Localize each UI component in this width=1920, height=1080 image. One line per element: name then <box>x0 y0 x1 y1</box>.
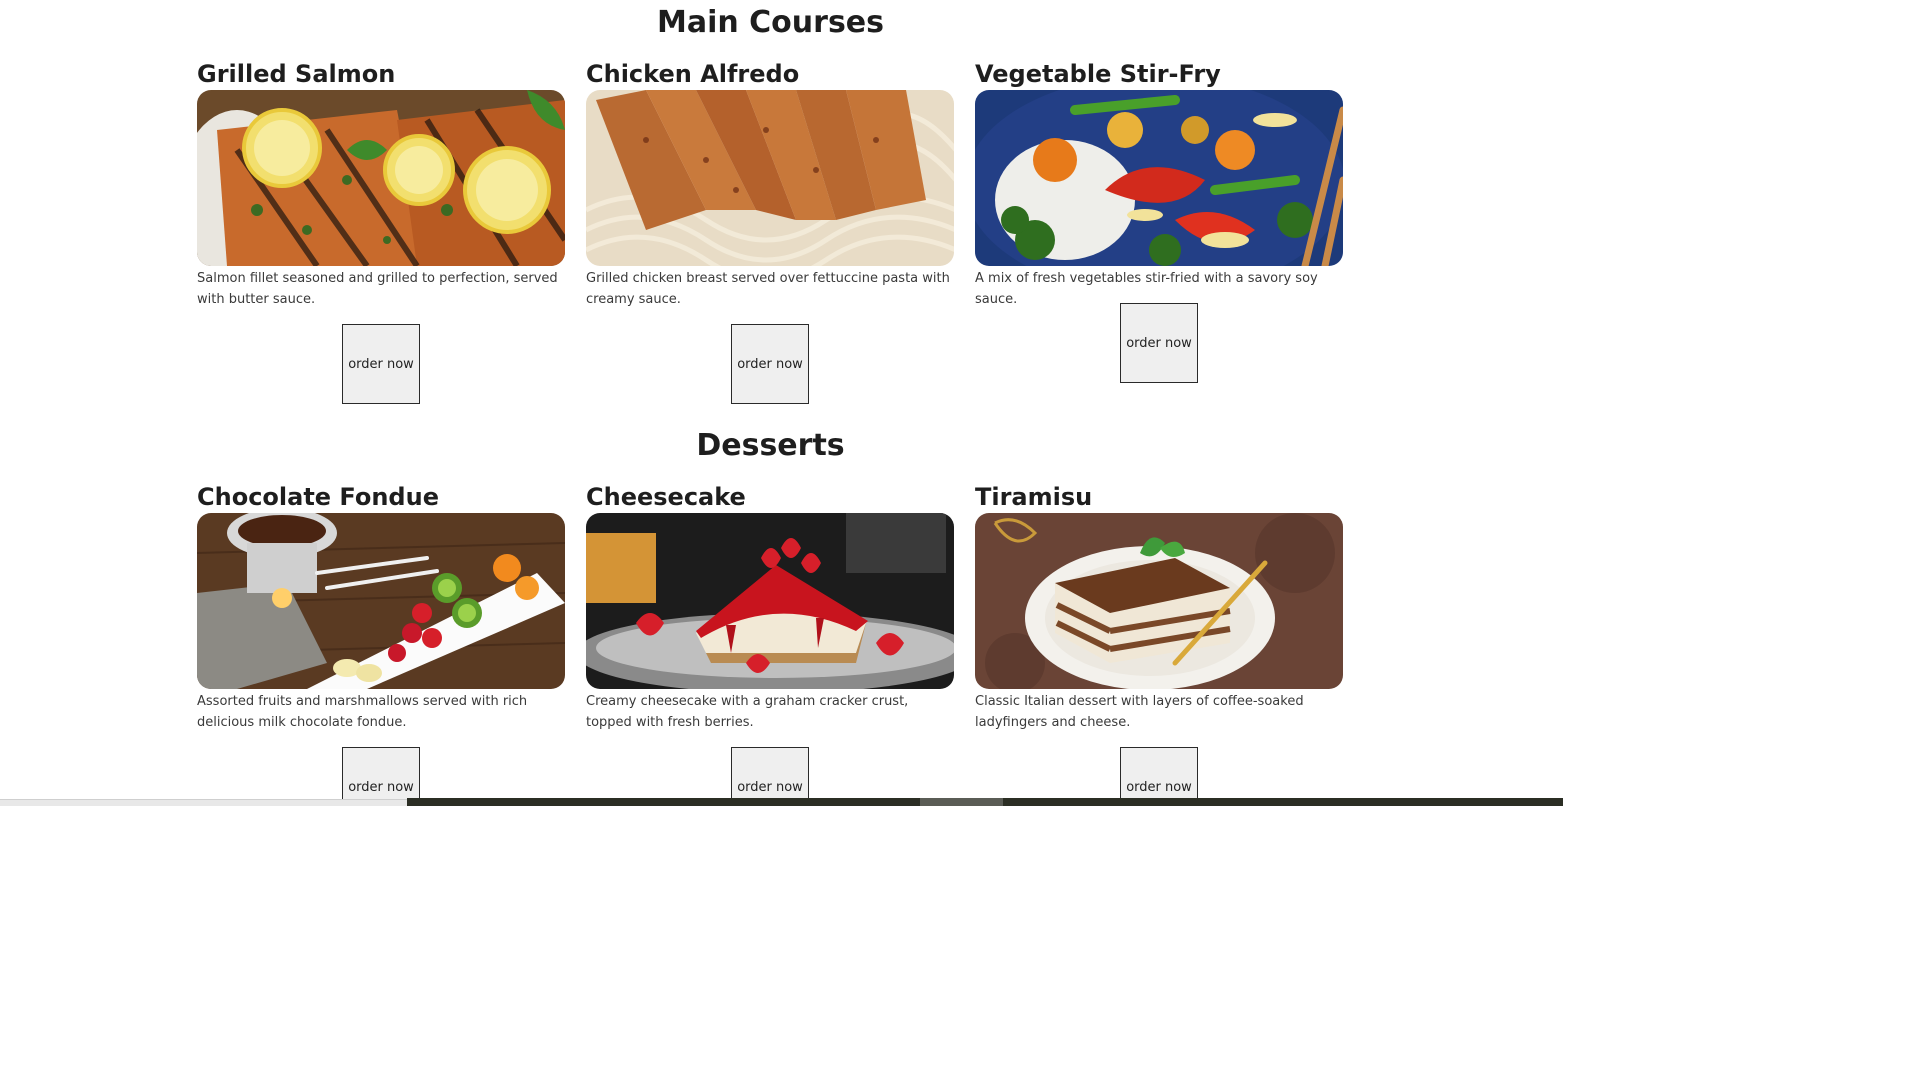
menu-card-grilled-salmon: Grilled Salmon Salmon fillet seasoned an… <box>197 60 565 404</box>
page-viewport: Main Courses Grilled Salmon Salmon fille… <box>0 0 1568 801</box>
order-now-button-vegetable-stir-fry[interactable]: order now <box>1120 303 1198 383</box>
menu-page: Main Courses Grilled Salmon Salmon fille… <box>0 0 1920 1080</box>
order-now-button-cheesecake[interactable]: order now <box>731 747 809 801</box>
menu-card-chocolate-fondue: Chocolate Fondue Assorted fruits and mar… <box>197 483 565 801</box>
section-title-main-courses: Main Courses <box>656 5 885 40</box>
chocolate-fondue-photo <box>197 513 565 689</box>
menu-card-vegetable-stir-fry: Vegetable Stir-Fry A mix of fresh vegeta… <box>975 60 1343 383</box>
scrollbar-thumb-grip[interactable] <box>920 798 1003 806</box>
dish-name: Tiramisu <box>975 483 1093 511</box>
menu-card-chicken-alfredo: Chicken Alfredo Grilled chicken breast s… <box>586 60 954 404</box>
dish-description: Classic Italian dessert with layers of c… <box>975 694 1304 730</box>
order-now-button-grilled-salmon[interactable]: order now <box>342 324 420 404</box>
grilled-salmon-photo <box>197 90 565 266</box>
section-title-desserts: Desserts <box>696 428 845 463</box>
menu-card-cheesecake: Cheesecake Creamy cheesecake with a grah… <box>586 483 954 801</box>
dish-name: Cheesecake <box>586 483 746 511</box>
dish-name: Chocolate Fondue <box>197 483 439 511</box>
dish-name: Grilled Salmon <box>197 60 396 88</box>
vegetable-stir-fry-photo <box>975 90 1343 266</box>
horizontal-scrollbar[interactable] <box>0 798 1563 807</box>
scrollbar-track[interactable] <box>0 799 407 806</box>
dish-description: Grilled chicken breast served over fettu… <box>586 271 950 307</box>
dish-description: Salmon fillet seasoned and grilled to pe… <box>197 271 558 307</box>
dish-description: Creamy cheesecake with a graham cracker … <box>586 694 909 730</box>
tiramisu-photo <box>975 513 1343 689</box>
menu-card-tiramisu: Tiramisu Classic Italian dessert with la… <box>975 483 1343 801</box>
order-now-button-chicken-alfredo[interactable]: order now <box>731 324 809 404</box>
dish-description: Assorted fruits and marshmallows served … <box>197 694 528 730</box>
dish-name: Vegetable Stir-Fry <box>975 60 1221 88</box>
dish-description: A mix of fresh vegetables stir-fried wit… <box>975 271 1318 307</box>
order-now-button-chocolate-fondue[interactable]: order now <box>342 747 420 801</box>
cheesecake-photo <box>586 513 954 689</box>
chicken-alfredo-photo <box>586 90 954 266</box>
order-now-button-tiramisu[interactable]: order now <box>1120 747 1198 801</box>
dish-name: Chicken Alfredo <box>586 60 800 88</box>
